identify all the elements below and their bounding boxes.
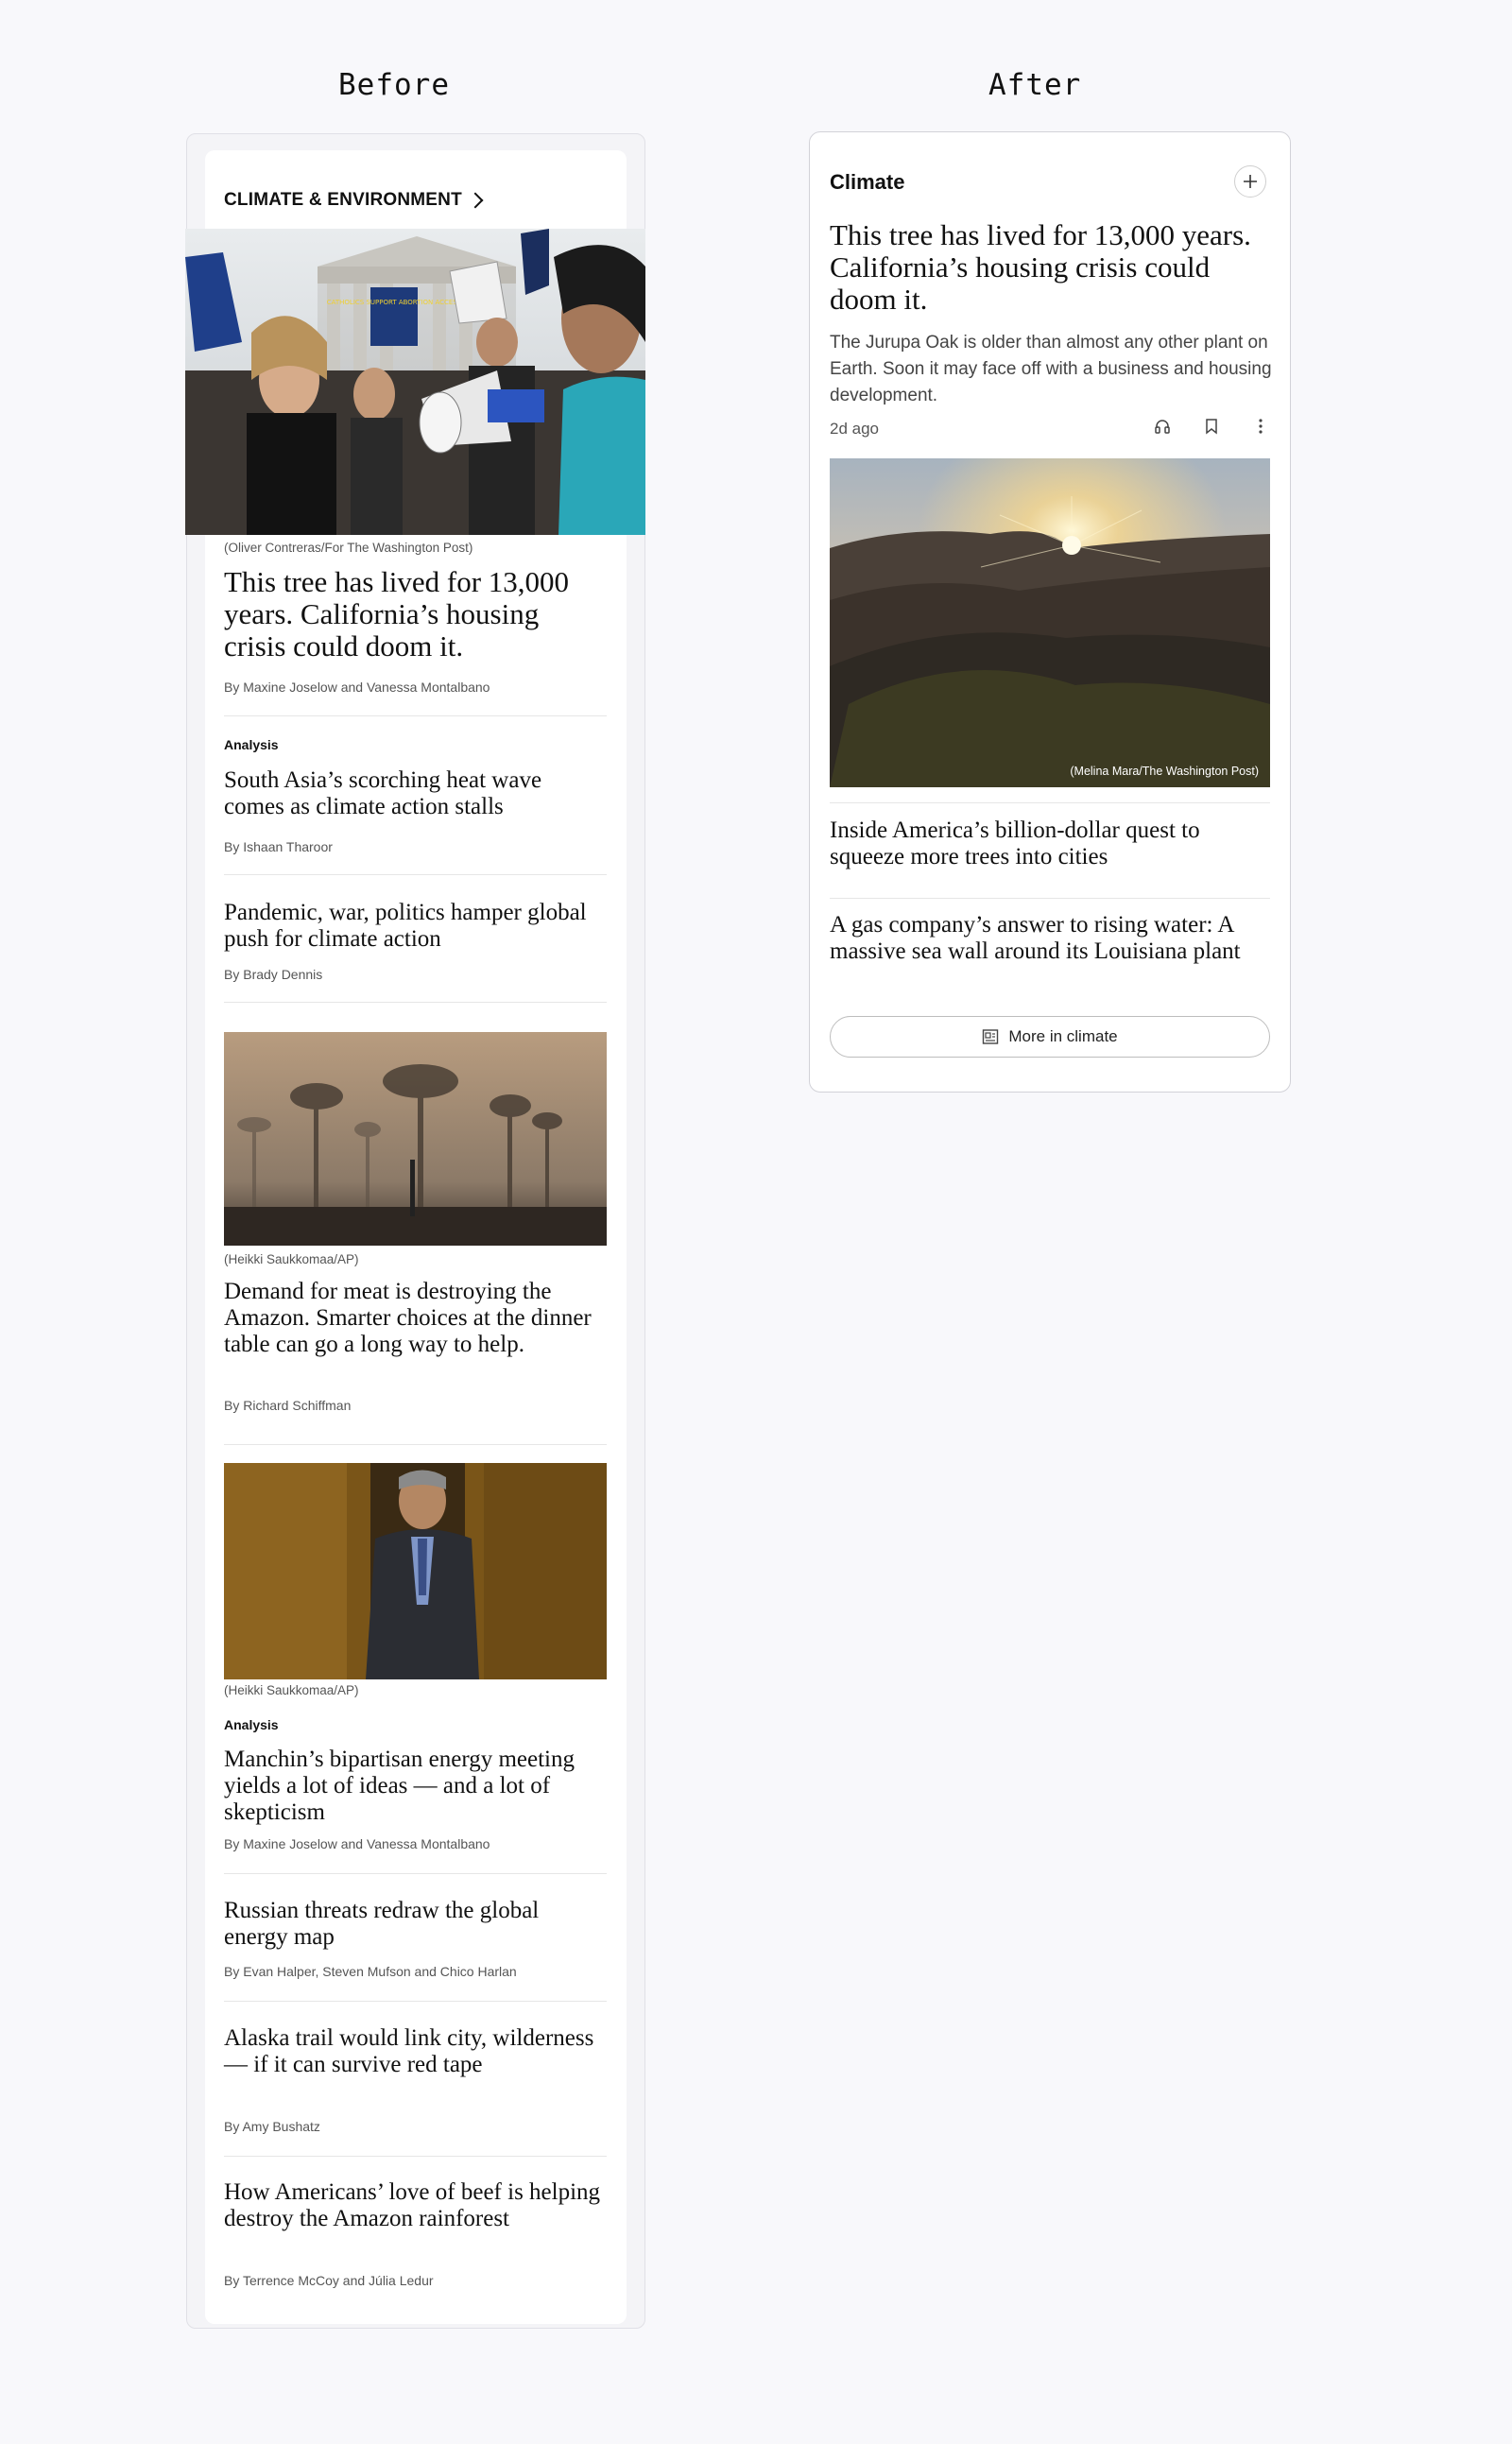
section-link[interactable]: CLIMATE & ENVIRONMENT: [224, 190, 484, 211]
story-byline: By Maxine Joselow and Vanessa Montalbano: [224, 1836, 490, 1851]
story-image-credit: (Heikki Saukkomaa/AP): [224, 1252, 359, 1266]
newspaper-icon: [983, 1029, 999, 1044]
more-in-climate-button[interactable]: More in climate: [830, 1016, 1270, 1058]
more-in-climate-label: More in climate: [1008, 1027, 1118, 1045]
story-headline[interactable]: Alaska trail would link city, wilderness…: [224, 2025, 607, 2078]
more-vertical-icon: [1259, 419, 1263, 434]
divider: [224, 715, 607, 716]
before-card: CLIMATE & ENVIRONMENT CATHOLICS SUPPORT …: [185, 150, 645, 2324]
story-headline[interactable]: How Americans’ love of beef is helping d…: [224, 2179, 607, 2232]
story-byline: By Evan Halper, Steven Mufson and Chico …: [224, 1964, 517, 1979]
hero-headline[interactable]: This tree has lived for 13,000 years. Ca…: [224, 566, 607, 663]
hero-byline: By Maxine Joselow and Vanessa Montalbano: [224, 680, 490, 695]
divider: [830, 898, 1270, 899]
story-kicker: Analysis: [224, 737, 279, 752]
before-label: Before: [338, 68, 450, 102]
protest-sign-text: CATHOLICS SUPPORT ABORTION ACCESS: [327, 299, 462, 306]
divider: [224, 1444, 607, 1445]
bookmark-button[interactable]: [1201, 416, 1222, 437]
divider: [224, 1002, 607, 1003]
story-headline[interactable]: Manchin’s bipartisan energy meeting yiel…: [224, 1747, 607, 1826]
story-headline[interactable]: Russian threats redraw the global energy…: [224, 1898, 607, 1951]
story-headline[interactable]: A gas company’s answer to rising water: …: [830, 912, 1274, 965]
lead-dek: The Jurupa Oak is older than almost any …: [830, 333, 1272, 405]
story-image-credit: (Heikki Saukkomaa/AP): [224, 1683, 359, 1697]
hero-image-credit: (Oliver Contreras/For The Washington Pos…: [224, 541, 473, 555]
lead-image-credit: (Melina Mara/The Washington Post): [1070, 765, 1259, 778]
plus-icon: [1244, 175, 1257, 188]
story-image-manchin[interactable]: [224, 1463, 607, 1679]
story-headline[interactable]: Inside America’s billion-dollar quest to…: [830, 818, 1274, 870]
chevron-right-icon: [467, 192, 484, 209]
more-options-button[interactable]: [1250, 416, 1271, 437]
listen-button[interactable]: [1152, 416, 1173, 437]
divider: [224, 1873, 607, 1874]
story-headline[interactable]: Demand for meat is destroying the Amazon…: [224, 1279, 607, 1358]
lead-image[interactable]: (Melina Mara/The Washington Post): [830, 458, 1270, 787]
story-byline: By Ishaan Tharoor: [224, 839, 333, 854]
divider: [224, 2156, 607, 2157]
divider: [224, 874, 607, 875]
story-byline: By Brady Dennis: [224, 967, 323, 982]
bookmark-icon: [1206, 419, 1217, 435]
timestamp: 2d ago: [830, 420, 879, 438]
section-link-label: CLIMATE & ENVIRONMENT: [224, 190, 462, 210]
story-byline: By Amy Bushatz: [224, 2119, 320, 2134]
follow-button[interactable]: [1234, 165, 1266, 198]
story-headline[interactable]: South Asia’s scorching heat wave comes a…: [224, 767, 607, 820]
after-card: Climate This tree has lived for 13,000 y…: [809, 131, 1291, 1093]
story-byline: By Terrence McCoy and Júlia Ledur: [224, 2273, 434, 2288]
story-kicker: Analysis: [224, 1717, 279, 1732]
divider: [830, 802, 1270, 803]
story-byline: By Richard Schiffman: [224, 1398, 352, 1413]
hero-image[interactable]: CATHOLICS SUPPORT ABORTION ACCESS: [185, 229, 645, 535]
divider: [224, 2001, 607, 2002]
story-headline[interactable]: Pandemic, war, politics hamper global pu…: [224, 900, 607, 953]
lead-headline[interactable]: This tree has lived for 13,000 years. Ca…: [830, 219, 1274, 316]
section-title[interactable]: Climate: [830, 170, 904, 195]
after-label: After: [988, 68, 1082, 102]
headphones-icon: [1155, 420, 1170, 434]
story-image-amazon[interactable]: [224, 1032, 607, 1246]
